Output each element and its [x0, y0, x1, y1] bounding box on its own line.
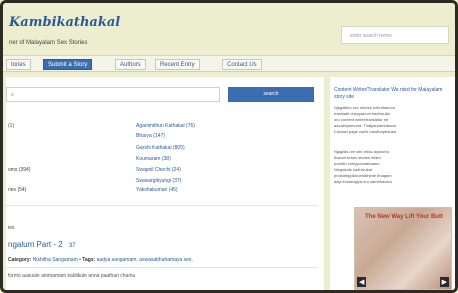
divider	[6, 267, 318, 268]
nav-item-recent-entry[interactable]: Recent Entry	[155, 59, 200, 70]
site-tagline: ner of Malayalam Sex Stories	[9, 40, 88, 46]
sidebar-text-line: Ningalude kazhivukal	[334, 167, 372, 172]
ad-prev-icon[interactable]: ◀	[357, 277, 367, 287]
category-link-7[interactable]: Yakshakumari (45)	[136, 187, 178, 193]
category-left-5[interactable]: ries (54)	[8, 187, 26, 193]
nav-item-authors[interactable]: Authors	[115, 59, 146, 70]
category-link-6[interactable]: Swavargikyungi (37)	[136, 178, 181, 184]
sidebar-text-line: tharunna sex stories ellam	[334, 155, 381, 160]
category-value-link[interactable]: Nishitha Sangamam	[33, 257, 78, 263]
section-label: ies	[8, 225, 15, 231]
sidebar-text-line: aavashyamund. Thalparyamullavar	[334, 123, 397, 128]
nav-item-submit-story[interactable]: Submit a Story	[43, 59, 93, 70]
search-button[interactable]: search	[228, 87, 314, 102]
post-title-suffix[interactable]: 37	[69, 243, 76, 249]
post-meta: Category: Nishitha Sangamam • Tags: aady…	[8, 257, 193, 263]
post-excerpt: formo aasuale ammamam kaldikule anna paa…	[8, 273, 136, 279]
site-logo[interactable]: Kambikathakal	[9, 15, 120, 30]
category-left-4[interactable]: oms (394)	[8, 167, 31, 173]
tags-value-link[interactable]: aadya sangamam, aswasabhahamaya sex,	[97, 257, 193, 263]
tags-label: Tags:	[82, 257, 96, 263]
sidebar-text-line: Contact page vazhi bandhapeduka.	[334, 129, 397, 134]
sidebar-text-line: Njagalku ee site lekku ayacchu	[334, 149, 389, 154]
header-search-input[interactable]: enter search terms	[341, 26, 449, 44]
category-left-1[interactable]: (1)	[8, 123, 14, 129]
ad-banner[interactable]: The New Way Lift Your Butt ◀ ▶	[354, 207, 452, 290]
category-link-2[interactable]: Bharya (147)	[136, 133, 165, 139]
sidebar-text-line: translate cheyyanum kazhivulla	[334, 111, 390, 116]
sidebar-text-line: oru content writer/translator ne	[334, 117, 389, 122]
category-label: Category:	[8, 257, 32, 263]
category-link-5[interactable]: Swapnil Chechi (24)	[136, 167, 181, 173]
main-content: s search (1) oms (394) ries (54) Aganimi…	[6, 77, 324, 290]
browser-frame: Kambikathakal ner of Malayalam Sex Stori…	[0, 0, 458, 293]
nav-item-stories[interactable]: tories	[6, 59, 31, 70]
ad-headline[interactable]: The New Way Lift Your Butt	[363, 214, 445, 221]
category-link-1[interactable]: Aganimithun Kathakal (76)	[136, 123, 195, 129]
main-nav: tories Submit a Story Authors Recent Ent…	[3, 55, 455, 72]
sidebar-text-line: aayi thodangiya oru sambhavam	[334, 179, 392, 184]
sidebar-text-line: Njagalkku sex stories ezhuthanum	[334, 105, 395, 110]
sidebar-text-line: publish cheyyunnathaanu.	[334, 161, 381, 166]
post-title[interactable]: ngalum Part - 2 37	[8, 240, 76, 249]
sidebar: Content Writer/Translator Wa nted for Ma…	[330, 77, 455, 290]
nav-item-contact-us[interactable]: Contact Us	[222, 59, 262, 70]
ad-next-icon[interactable]: ▶	[439, 277, 449, 287]
sidebar-title[interactable]: Content Writer/Translator Wa nted for Ma…	[334, 87, 452, 101]
site-header: Kambikathakal ner of Malayalam Sex Stori…	[3, 3, 455, 55]
divider	[6, 205, 318, 206]
category-link-3[interactable]: Garshi Kathakal (805)	[136, 145, 185, 151]
content-search-input[interactable]: s	[6, 87, 220, 102]
category-link-4[interactable]: Koumaram (38)	[136, 156, 171, 162]
sidebar-text-line: prolsahippikkunnathinte bhagam	[334, 173, 392, 178]
post-title-text[interactable]: ngalum Part - 2	[8, 240, 63, 249]
